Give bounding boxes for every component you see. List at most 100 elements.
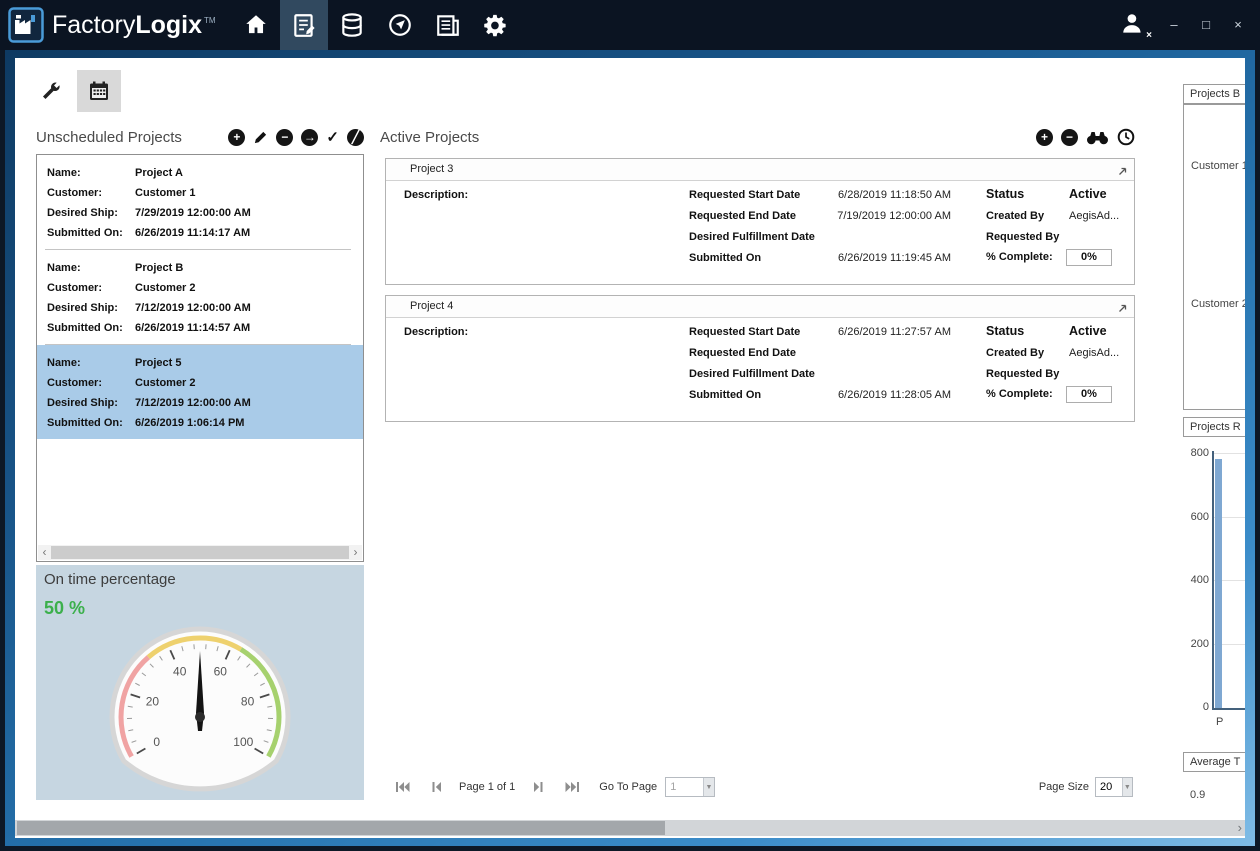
- home-icon: [243, 12, 269, 38]
- y-tick: 800: [1183, 447, 1209, 459]
- add-project-button[interactable]: +: [228, 129, 245, 146]
- first-page-button[interactable]: [391, 778, 413, 796]
- binoculars-icon: [1086, 130, 1109, 145]
- created-by-value: AegisAd...: [1069, 210, 1119, 222]
- scrollbar-thumb[interactable]: [51, 546, 349, 559]
- chevron-down-icon[interactable]: ▼: [703, 778, 714, 796]
- ontime-gauge: 020406080100: [94, 621, 306, 799]
- requested-start-label: Requested Start Date: [689, 189, 800, 201]
- requested-end-label: Requested End Date: [689, 347, 796, 359]
- gridline: [1212, 453, 1245, 454]
- chevron-down-icon[interactable]: ▼: [1122, 778, 1132, 796]
- expand-arrow-icon: [1117, 166, 1128, 177]
- gear-icon: [482, 12, 509, 39]
- projects-by-panel-header[interactable]: Projects B: [1183, 84, 1245, 104]
- status-value: Active: [1069, 324, 1107, 338]
- tab-scheduling-calendar[interactable]: [77, 70, 121, 112]
- avg-axis-tick: 0.9: [1190, 789, 1205, 801]
- nav-settings[interactable]: [472, 0, 520, 50]
- requested-end-label: Requested End Date: [689, 210, 796, 222]
- submitted-on-value: 6/26/2019 11:28:05 AM: [838, 389, 951, 401]
- titlebar-right: × – □ ×: [1120, 11, 1260, 39]
- projects-r-panel-header[interactable]: Projects R: [1183, 417, 1245, 437]
- scrollbar-thumb[interactable]: [17, 821, 665, 835]
- clock-icon: [1117, 128, 1135, 146]
- last-page-icon: [565, 781, 580, 793]
- scroll-right-arrow[interactable]: ›: [349, 546, 362, 559]
- app-logo: FactoryLogixTM: [0, 7, 216, 43]
- history-button[interactable]: [1117, 128, 1135, 146]
- nav-reports[interactable]: [424, 0, 472, 50]
- y-tick: 400: [1183, 574, 1209, 586]
- close-button[interactable]: ×: [1230, 17, 1246, 33]
- nav-home[interactable]: [232, 0, 280, 50]
- list-item-project-a[interactable]: Name:Project A Customer:Customer 1 Desir…: [37, 155, 363, 249]
- page-size-input[interactable]: [1096, 778, 1122, 796]
- requested-by-label: Requested By: [986, 231, 1059, 243]
- nav-database[interactable]: [328, 0, 376, 50]
- active-project-card: Project 4 Description: Requested Start D…: [385, 295, 1135, 422]
- requested-start-label: Requested Start Date: [689, 326, 800, 338]
- app-root: { "titlebar": { "brand_factory": "Factor…: [0, 0, 1260, 851]
- tab-tools[interactable]: [29, 70, 73, 112]
- list-item-project-b[interactable]: Name:Project B Customer:Customer 2 Desir…: [37, 250, 363, 344]
- submitted-on-label: Submitted On: [689, 252, 761, 264]
- prev-page-button[interactable]: [425, 778, 447, 796]
- y-tick: 200: [1183, 638, 1209, 650]
- nav-navigator[interactable]: [376, 0, 424, 50]
- remove-project-button[interactable]: −: [276, 129, 293, 146]
- svg-text:80: 80: [241, 695, 255, 709]
- average-panel-header[interactable]: Average T: [1183, 752, 1245, 772]
- scroll-right-arrow[interactable]: ›: [1238, 820, 1242, 836]
- logout-user-button[interactable]: ×: [1120, 11, 1150, 39]
- goto-page-combo[interactable]: ▼: [665, 777, 715, 797]
- list-item-project-5-selected[interactable]: Name:Project 5 Customer:Customer 2 Desir…: [37, 345, 363, 439]
- pct-complete-label: % Complete:: [986, 388, 1053, 400]
- card-header: Project 3: [386, 159, 1134, 181]
- unscheduled-toolbar: + − → ✓ ╱: [228, 129, 364, 146]
- ontime-value: 50 %: [44, 598, 85, 619]
- user-icon: [1120, 11, 1146, 37]
- projects-r-chart: 800 600 400 200 0 P: [1183, 437, 1245, 737]
- description-label: Description:: [404, 189, 468, 201]
- accept-button[interactable]: ✓: [326, 129, 339, 146]
- page-size-combo[interactable]: ▼: [1095, 777, 1133, 797]
- nav-scheduling[interactable]: [280, 0, 328, 50]
- svg-text:100: 100: [233, 735, 253, 749]
- add-active-project-button[interactable]: +: [1036, 129, 1053, 146]
- decline-button[interactable]: ╱: [347, 129, 364, 146]
- ontime-title: On time percentage: [44, 571, 176, 588]
- desired-fulfillment-label: Desired Fulfillment Date: [689, 368, 815, 380]
- goto-page-input[interactable]: [666, 778, 703, 796]
- description-label: Description:: [404, 326, 468, 338]
- unscheduled-header: Unscheduled Projects + − → ✓ ╱: [36, 126, 364, 148]
- pct-complete-value: 0%: [1066, 386, 1112, 403]
- ontime-panel: On time percentage 50 % 020406080100: [36, 565, 364, 800]
- maximize-button[interactable]: □: [1198, 17, 1214, 33]
- edit-project-button[interactable]: [253, 130, 268, 145]
- minimize-button[interactable]: –: [1166, 17, 1182, 33]
- main-horizontal-scrollbar[interactable]: ›: [15, 820, 1245, 836]
- prev-page-icon: [429, 781, 444, 793]
- svg-text:0: 0: [153, 735, 160, 749]
- created-by-value: AegisAd...: [1069, 347, 1119, 359]
- status-label: Status: [986, 324, 1024, 338]
- page-indicator: Page 1 of 1: [459, 781, 515, 793]
- next-page-button[interactable]: [527, 778, 549, 796]
- last-page-button[interactable]: [561, 778, 583, 796]
- main-content: Unscheduled Projects + − → ✓ ╱ Name:Proj…: [15, 58, 1245, 838]
- scroll-left-arrow[interactable]: ‹: [38, 546, 51, 559]
- remove-active-project-button[interactable]: −: [1061, 129, 1078, 146]
- pct-complete-label: % Complete:: [986, 251, 1053, 263]
- schedule-project-button[interactable]: →: [301, 129, 318, 146]
- bar-partial: [1215, 459, 1222, 708]
- find-button[interactable]: [1086, 130, 1109, 145]
- list-horizontal-scrollbar[interactable]: ‹ ›: [38, 545, 362, 560]
- desired-fulfillment-label: Desired Fulfillment Date: [689, 231, 815, 243]
- created-by-label: Created By: [986, 347, 1044, 359]
- right-dashboard-column: Projects B Customer 1 Customer 2 Project…: [1183, 58, 1245, 838]
- brand-text: FactoryLogixTM: [52, 11, 216, 40]
- x-axis-label-partial: P: [1216, 716, 1223, 728]
- next-page-icon: [531, 781, 546, 793]
- card-body: Description: Requested Start Date Reques…: [386, 181, 1134, 284]
